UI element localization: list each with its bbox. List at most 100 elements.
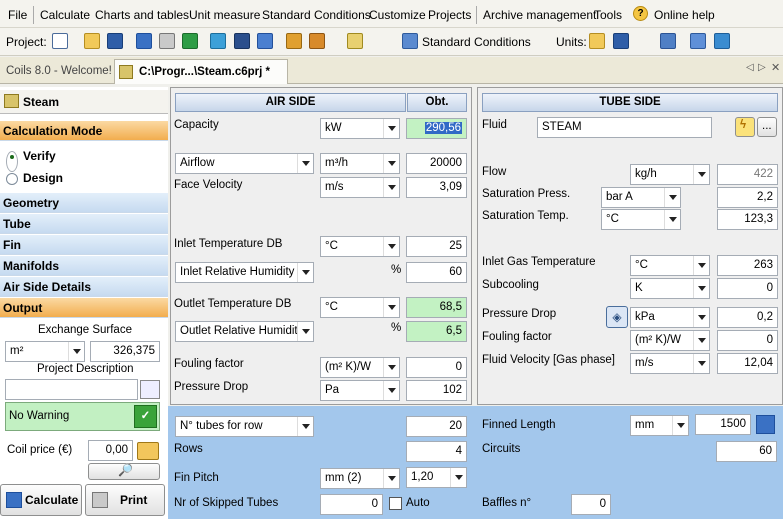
subcooling-unit-select[interactable]: K <box>630 278 710 299</box>
coin-icon[interactable] <box>137 442 159 460</box>
currency-icon[interactable] <box>660 33 676 49</box>
flow-unit-select[interactable]: kg/h <box>630 164 710 185</box>
baffles-input[interactable]: 0 <box>571 494 611 515</box>
calculator-icon[interactable] <box>136 33 152 49</box>
sidebar-item-fin[interactable]: Fin <box>0 235 168 255</box>
menu-online-help[interactable]: Online help <box>654 8 715 22</box>
saturation-temperature-label: Saturation Temp. <box>482 210 569 222</box>
outlet-humidity-select[interactable]: Outlet Relative Humidity <box>175 321 314 342</box>
tubes-for-row-input[interactable]: 20 <box>406 416 467 437</box>
pressure-diamond-icon[interactable]: ◈ <box>606 306 628 328</box>
fin-pitch-select[interactable]: 1,20 <box>406 467 467 488</box>
skipped-tubes-input[interactable]: 0 <box>320 494 383 515</box>
verify-label[interactable]: Verify <box>23 149 56 163</box>
chevron-down-icon <box>297 263 313 282</box>
save-icon[interactable] <box>107 33 123 49</box>
print-button[interactable]: Print <box>85 484 165 516</box>
sidebar-item-output[interactable]: Output <box>0 298 168 318</box>
menu-customize[interactable]: Customize <box>369 8 426 22</box>
fluid-input[interactable]: STEAM <box>537 117 712 138</box>
menu-unit-measure[interactable]: Unit measure <box>189 8 260 22</box>
fluid-velocity-unit-select[interactable]: m/s <box>630 353 710 374</box>
standard-conditions-dropdown[interactable]: Standard Conditions <box>422 35 531 49</box>
exchange-unit-select[interactable]: m² <box>5 341 85 362</box>
sidebar-item-tube[interactable]: Tube <box>0 214 168 234</box>
menu-archive-management[interactable]: Archive management <box>483 8 596 22</box>
menu-projects[interactable]: Projects <box>428 8 471 22</box>
tab-next-icon[interactable]: ▷ <box>758 62 766 73</box>
auto-checkbox[interactable] <box>389 497 402 510</box>
saturation-pressure-input[interactable]: 2,2 <box>717 187 778 208</box>
rows-input[interactable]: 4 <box>406 441 467 462</box>
calculator-icon[interactable] <box>756 415 775 434</box>
saturation-temperature-unit-select[interactable]: °C <box>601 209 681 230</box>
settings-icon[interactable] <box>714 33 730 49</box>
units-save-icon[interactable] <box>613 33 629 49</box>
tab-active-project[interactable]: C:\Progr...\Steam.c6prj * <box>114 59 288 84</box>
menu-calculate[interactable]: Calculate <box>40 8 90 22</box>
air-pressure-drop-unit-select[interactable]: Pa <box>320 380 400 401</box>
air-fouling-input[interactable]: 0 <box>406 357 467 378</box>
tools-icon[interactable] <box>286 33 302 49</box>
design-radio[interactable] <box>6 173 18 185</box>
face-velocity-unit-select[interactable]: m/s <box>320 177 400 198</box>
fluid-more-button[interactable]: ... <box>757 117 777 137</box>
printer-icon <box>92 492 108 508</box>
inlet-gas-temperature-input[interactable]: 263 <box>717 255 778 276</box>
menu-file[interactable]: File <box>8 8 27 22</box>
verify-radio[interactable] <box>6 151 18 172</box>
menu-standard-conditions[interactable]: Standard Conditions <box>262 8 371 22</box>
airflow-input[interactable]: 20000 <box>406 153 467 174</box>
chevron-down-icon <box>672 416 688 435</box>
tab-prev-icon[interactable]: ◁ <box>746 62 754 73</box>
bar-chart-icon[interactable] <box>309 33 325 49</box>
edit-icon[interactable] <box>690 33 706 49</box>
open-folder-icon[interactable] <box>84 33 100 49</box>
airflow-unit-select[interactable]: m³/h <box>320 153 400 174</box>
air-fouling-unit-select[interactable]: (m² K)/W <box>320 357 400 378</box>
menu-tools[interactable]: Tools <box>594 8 622 22</box>
sidebar-item-air-side-details[interactable]: Air Side Details <box>0 277 168 297</box>
new-document-icon[interactable] <box>52 33 68 49</box>
finned-length-unit-select[interactable]: mm <box>630 415 689 436</box>
close-icon[interactable]: ✕ <box>771 61 780 74</box>
coil-price-input[interactable]: 0,00 <box>88 440 133 461</box>
sidebar-item-manifolds[interactable]: Manifolds <box>0 256 168 276</box>
sidebar-item-geometry[interactable]: Geometry <box>0 193 168 213</box>
print-icon[interactable] <box>159 33 175 49</box>
inlet-humidity-input[interactable]: 60 <box>406 262 467 283</box>
circuits-input[interactable]: 60 <box>716 441 777 462</box>
airflow-select[interactable]: Airflow <box>175 153 314 174</box>
conditions-icon[interactable] <box>402 33 418 49</box>
calculate-button[interactable]: Calculate <box>0 484 82 516</box>
export-icon[interactable] <box>210 33 226 49</box>
chart-icon[interactable] <box>182 33 198 49</box>
tube-pressure-drop-unit-select[interactable]: kPa <box>630 307 710 328</box>
tube-fouling-unit-select[interactable]: (m² K)/W <box>630 330 710 351</box>
units-open-icon[interactable] <box>589 33 605 49</box>
sidebar-item-calculation-mode[interactable]: Calculation Mode <box>0 121 168 141</box>
graph-icon[interactable] <box>347 33 363 49</box>
saturation-pressure-unit-select[interactable]: bar A <box>601 187 681 208</box>
search-button[interactable]: 🔎 <box>88 463 160 480</box>
subcooling-input[interactable]: 0 <box>717 278 778 299</box>
finned-length-input[interactable]: 1500 <box>695 414 751 435</box>
fin-pitch-unit-select[interactable]: mm (2) <box>320 468 400 489</box>
fluid-select-button[interactable]: ϟ <box>735 117 755 137</box>
design-label[interactable]: Design <box>23 171 63 185</box>
archive-icon[interactable] <box>234 33 250 49</box>
tab-welcome[interactable]: Coils 8.0 - Welcome! <box>6 65 112 77</box>
inlet-temperature-unit-select[interactable]: °C <box>320 236 400 257</box>
menu-charts-tables[interactable]: Charts and tables <box>95 8 189 22</box>
tubes-for-row-select[interactable]: N° tubes for row <box>175 416 314 437</box>
tube-fouling-input[interactable]: 0 <box>717 330 778 351</box>
capacity-unit-select[interactable]: kW <box>320 118 400 139</box>
project-description-input[interactable] <box>5 379 138 400</box>
edit-description-icon[interactable] <box>140 380 160 399</box>
inlet-temperature-input[interactable]: 25 <box>406 236 467 257</box>
inlet-humidity-select[interactable]: Inlet Relative Humidity <box>175 262 314 283</box>
inlet-gas-temperature-unit-select[interactable]: °C <box>630 255 710 276</box>
air-pressure-drop-value: 102 <box>406 380 467 401</box>
link-icon[interactable] <box>257 33 273 49</box>
outlet-temperature-unit-select[interactable]: °C <box>320 297 400 318</box>
